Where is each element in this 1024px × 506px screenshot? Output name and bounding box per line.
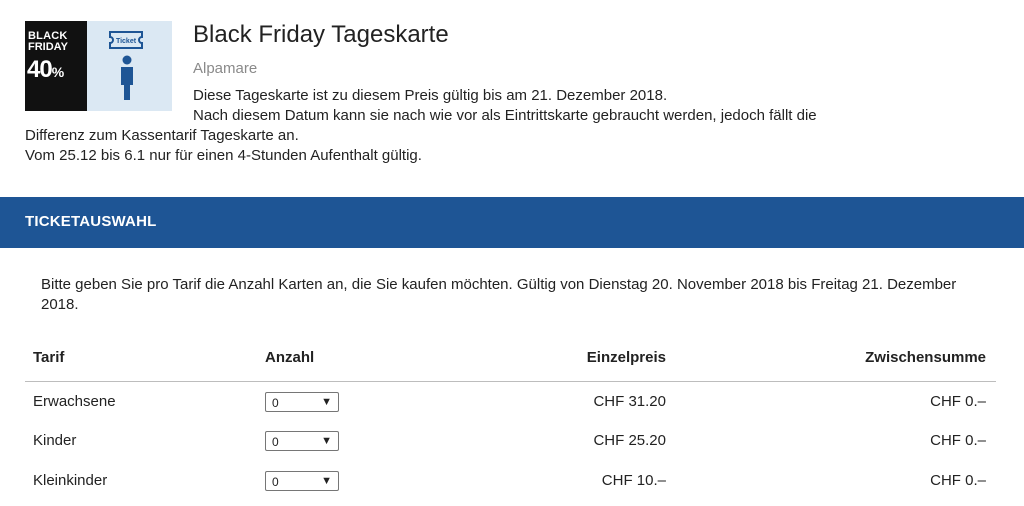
- badge-percent: 40%: [27, 56, 64, 83]
- venue-name: Alpamare: [193, 60, 258, 77]
- quantity-value: 0: [272, 435, 279, 449]
- description-line: Vom 25.12 bis 6.1 nur für einen 4-Stunde…: [25, 147, 422, 164]
- column-header-anzahl: Anzahl: [265, 349, 315, 366]
- quantity-value: 0: [272, 396, 279, 410]
- subtotal: CHF 0.–: [930, 432, 986, 449]
- page-title: Black Friday Tageskarte: [193, 21, 449, 48]
- unit-price: CHF 31.20: [593, 393, 666, 410]
- quantity-value: 0: [272, 475, 279, 489]
- ticket-icon: Ticket: [109, 31, 143, 49]
- dropdown-arrow-icon: ▼: [321, 435, 332, 447]
- product-header: BLACK FRIDAY 40% Ticket Black Friday Tag…: [0, 0, 1024, 180]
- unit-price: CHF 10.–: [601, 472, 666, 489]
- quantity-select[interactable]: 0 ▼: [265, 431, 339, 451]
- table-row: Erwachsene 0 ▼ CHF 31.20 CHF 0.–: [25, 392, 996, 422]
- unit-price: CHF 25.20: [593, 432, 666, 449]
- ticket-instructions: Bitte geben Sie pro Tarif die Anzahl Kar…: [41, 276, 957, 313]
- badge-line2: FRIDAY: [28, 41, 68, 53]
- column-header-einzelpreis: Einzelpreis: [586, 349, 666, 366]
- description-line: Differenz zum Kassentarif Tageskarte an.: [25, 127, 299, 144]
- dropdown-arrow-icon: ▼: [321, 396, 332, 408]
- quantity-select[interactable]: 0 ▼: [265, 471, 339, 491]
- section-title: TICKETAUSWAHL: [25, 213, 157, 230]
- quantity-select[interactable]: 0 ▼: [265, 392, 339, 412]
- tarif-name: Kinder: [33, 432, 77, 449]
- table-row: Kleinkinder 0 ▼ CHF 10.– CHF 0.–: [25, 471, 996, 501]
- table-row: Kinder 0 ▼ CHF 25.20 CHF 0.–: [25, 431, 996, 461]
- subtotal: CHF 0.–: [930, 472, 986, 489]
- column-header-tarif: Tarif: [33, 349, 65, 366]
- tarif-name: Erwachsene: [33, 393, 116, 410]
- description-line: Diese Tageskarte ist zu diesem Preis gül…: [193, 87, 668, 104]
- column-header-zwischensumme: Zwischensumme: [865, 349, 986, 366]
- dropdown-arrow-icon: ▼: [321, 475, 332, 487]
- tarif-name: Kleinkinder: [33, 472, 108, 489]
- product-description: Diese Tageskarte ist zu diesem Preis gül…: [25, 86, 985, 166]
- description-line: Nach diesem Datum kann sie nach wie vor …: [193, 107, 817, 124]
- header-divider: [25, 381, 996, 382]
- ticket-icon-text: Ticket: [116, 38, 137, 45]
- ticket-section-header: TICKETAUSWAHL: [0, 197, 1024, 248]
- subtotal: CHF 0.–: [930, 393, 986, 410]
